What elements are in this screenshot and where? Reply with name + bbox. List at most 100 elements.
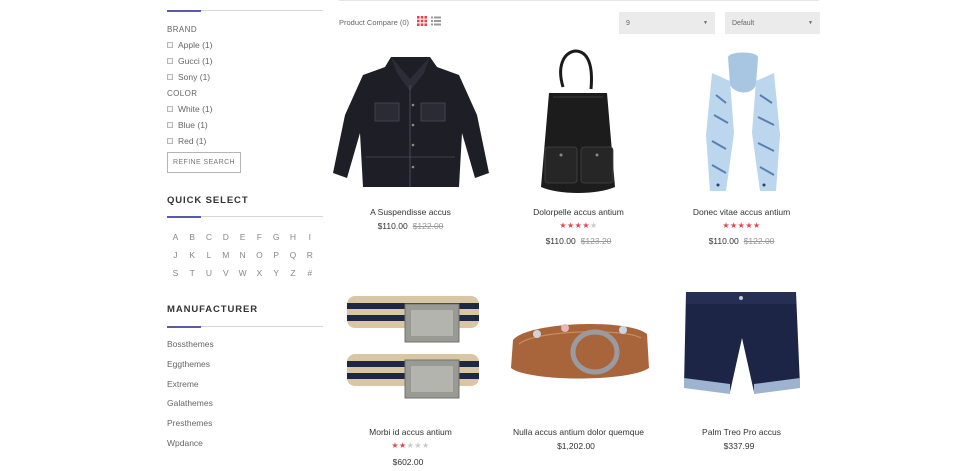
star-filled-icon: ★ [745,221,753,230]
star-empty-icon: ★ [590,221,598,230]
product-name[interactable]: Palm Treo Pro accus [660,427,823,437]
checkbox[interactable] [167,122,173,128]
section-accent-bar [167,326,201,328]
checkbox[interactable] [167,106,173,112]
star-filled-icon: ★ [753,221,761,230]
quick-select-letter[interactable]: F [251,231,268,243]
list-view-icon[interactable] [431,16,441,26]
manufacturer-link[interactable]: Presthemes [167,418,212,428]
quick-select-letter[interactable]: Y [268,267,285,279]
color-option-red[interactable]: Red (1) [167,136,206,146]
product-price-block: $110.00 $122.00 [660,236,823,246]
quick-select-letter[interactable]: B [184,231,201,243]
product-price: $110.00 [708,236,739,246]
quick-select-letter[interactable]: K [184,249,201,261]
checkbox[interactable] [167,42,173,48]
limit-select[interactable]: 9 ▼ [619,12,715,34]
product-price-block: $110.00 $123.20 [497,236,660,246]
caret-down-icon: ▼ [703,20,708,26]
brand-option-label: Sony (1) [178,72,211,82]
product-price: $1,202.00 [557,441,595,451]
quick-select-letter[interactable]: L [201,249,218,261]
product-price: $337.99 [723,441,755,451]
brand-option-apple[interactable]: Apple (1) [167,40,213,50]
manufacturer-link[interactable]: Wpdance [167,438,203,448]
checkbox[interactable] [167,74,173,80]
grid-view-icon[interactable] [417,16,427,26]
checkbox[interactable] [167,58,173,64]
product-compare-link[interactable]: Product Compare (0) [339,18,409,27]
section-divider [201,216,323,217]
quick-select-letter[interactable]: E [234,231,251,243]
manufacturer-link[interactable]: Galathemes [167,398,213,408]
section-accent-bar [167,10,201,12]
quick-select-letter[interactable]: M [217,249,234,261]
quick-select-letter[interactable]: R [301,249,318,261]
quick-select-letter[interactable]: W [234,267,251,279]
quick-select-letter[interactable]: A [167,231,184,243]
color-option-blue[interactable]: Blue (1) [167,120,208,130]
brand-option-gucci[interactable]: Gucci (1) [167,56,212,66]
product-name[interactable]: A Suspendisse accus [329,207,492,217]
quick-select-letter[interactable]: U [201,267,218,279]
product-name[interactable]: Morbi id accus antium [329,427,492,437]
color-option-label: Red (1) [178,136,207,146]
manufacturer-link[interactable]: Bossthemes [167,339,214,349]
quick-select-letter[interactable]: # [301,267,318,279]
product-price-block: $602.00 [329,457,492,467]
sort-select[interactable]: Default ▼ [725,12,820,34]
product-name[interactable]: Dolorpelle accus antium [497,207,660,217]
quick-select-letter[interactable]: I [301,231,318,243]
alphabet-quick-select: A B C D E F G H I J K L M N O P Q R S T U V W X Y Z # [167,231,317,279]
star-filled-icon: ★ [559,221,567,230]
striped-belts-image[interactable] [329,270,492,420]
quick-select-letter[interactable]: H [285,231,302,243]
brand-option-label: Apple (1) [178,40,213,50]
navy-shorts-image[interactable] [660,270,823,420]
quick-select-letter[interactable]: J [167,249,184,261]
product-price-block: $1,202.00 [497,441,660,451]
brand-option-label: Gucci (1) [178,56,213,66]
brand-filter-label: BRAND [167,25,198,34]
star-filled-icon: ★ [391,441,399,450]
section-accent-bar [167,216,201,218]
blue-scarf-image[interactable] [660,45,823,195]
brand-option-sony[interactable]: Sony (1) [167,72,210,82]
section-divider [201,10,323,11]
color-option-white[interactable]: White (1) [167,104,212,114]
star-filled-icon: ★ [722,221,730,230]
checkbox[interactable] [167,138,173,144]
star-filled-icon: ★ [566,221,575,230]
quick-select-letter[interactable]: X [251,267,268,279]
manufacturer-link[interactable]: Eggthemes [167,359,210,369]
toolbar-top-border [339,0,819,1]
manufacturer-link[interactable]: Extreme [167,379,199,389]
product-rating: ★★★★★ [660,221,823,230]
quick-select-letter[interactable]: C [201,231,218,243]
product-price-block: $337.99 [660,441,823,451]
product-name[interactable]: Donec vitae accus antium [660,207,823,217]
quick-select-letter[interactable]: G [268,231,285,243]
product-price: $110.00 [377,221,408,231]
quick-select-letter[interactable]: Q [285,249,302,261]
star-empty-icon: ★ [414,441,422,450]
leather-belt-image[interactable] [497,270,660,420]
black-handbag-image[interactable] [497,45,660,195]
manufacturer-title: MANUFACTURER [167,304,259,315]
quick-select-letter[interactable]: T [184,267,201,279]
product-name[interactable]: Nulla accus antium dolor quemque [497,427,660,437]
star-filled-icon: ★ [729,221,738,230]
quick-select-letter[interactable]: P [268,249,285,261]
star-filled-icon: ★ [582,221,590,230]
quick-select-letter[interactable]: N [234,249,251,261]
star-empty-icon: ★ [422,441,430,450]
color-option-label: White (1) [178,104,213,114]
quick-select-letter[interactable]: V [217,267,234,279]
product-old-price: $122.00 [743,236,775,246]
quick-select-letter[interactable]: D [217,231,234,243]
quick-select-letter[interactable]: O [251,249,268,261]
denim-jacket-image[interactable] [329,45,492,195]
quick-select-letter[interactable]: Z [285,267,302,279]
refine-search-button[interactable]: REFINE SEARCH [167,152,241,173]
quick-select-letter[interactable]: S [167,267,184,279]
